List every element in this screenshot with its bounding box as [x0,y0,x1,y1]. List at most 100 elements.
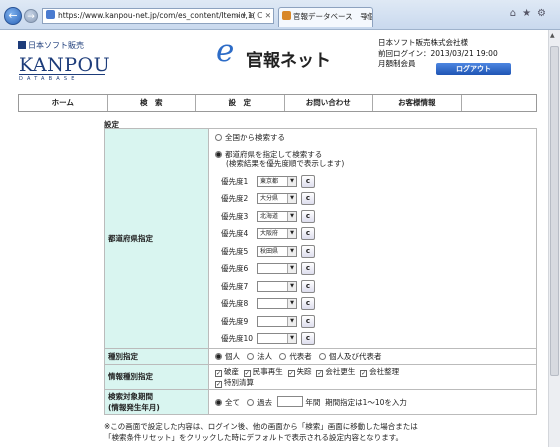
priority-row: 優先度4 大阪府 ▼ c [215,225,536,243]
forward-arrow-icon[interactable]: → [24,9,38,23]
browser-tab[interactable]: 官報データベース 号個...× [278,7,373,27]
check-bankruptcy[interactable]: ✓ [215,369,222,377]
info-options: ✓ 破産 ✓ 民事再生 ✓ 失踪 ✓ 会社更生 ✓ 会社整理 ✓ 特別清算 [208,363,537,390]
prefecture-select[interactable]: 北海道 ▼ [257,210,297,222]
period-options: 全て 過去 年間 期間指定は1〜10を入力 [208,388,537,415]
clear-button[interactable]: c [301,209,315,223]
check-liquidation[interactable]: ✓ [360,369,368,377]
prefecture-select[interactable]: ▼ [257,315,297,327]
info-liquidation: 会社整理 [369,366,400,376]
info-missing: 失踪 [296,366,312,376]
chevron-down-icon[interactable]: ▼ [287,334,296,343]
scroll-up-icon[interactable]: ▲ [550,32,555,39]
main-menu: ホーム 検 索 設 定 お問い合わせ お客様情報 [18,94,537,112]
address-bar[interactable]: https://www.kanpou-net.jp/com/es_content… [42,8,274,24]
user-company: 日本ソフト販売株式会社様 [378,38,468,47]
chevron-down-icon[interactable]: ▼ [287,176,296,186]
period-label-2: (情報発生年月) [108,402,160,412]
clear-button[interactable]: c [301,174,315,188]
chevron-down-icon[interactable]: ▼ [287,194,296,203]
menu-contact[interactable]: お問い合わせ [285,95,374,111]
priority-label: 優先度1 [221,176,249,186]
chevron-down-icon[interactable]: ▼ [287,211,296,221]
chevron-down-icon[interactable]: ▼ [287,246,296,256]
menu-customer-info[interactable]: お客様情報 [373,95,462,111]
menu-search[interactable]: 検 索 [108,95,197,111]
prefecture-select[interactable]: ▼ [257,333,297,344]
prefecture-select[interactable]: 大分県 ▼ [257,193,297,204]
period-note: 期間指定は1〜10を入力 [325,397,407,407]
settings-form: 都道府県指定 全国から検索する 都道府県を指定して検索する (検索結果を優先度順で… [104,128,537,415]
info-label: 情報種別指定 [104,363,209,390]
info-special-liq: 特別清算 [224,377,254,387]
chevron-down-icon[interactable]: ▼ [287,316,296,326]
prefecture-select[interactable]: 秋田県 ▼ [257,245,297,257]
clear-button[interactable]: c [301,244,315,258]
period-years-input[interactable] [276,395,303,407]
chevron-down-icon[interactable]: ▼ [287,264,296,273]
clear-button[interactable]: c [301,227,315,240]
region-all-text: 全国から検索する [225,133,285,142]
radio-type-both[interactable] [318,352,326,360]
prefecture-select[interactable]: 東京都 ▼ [257,175,297,187]
period-all: 全て [225,397,240,407]
prefecture-value: 大分県 [260,195,279,202]
clear-button[interactable]: c [301,192,315,205]
type-label: 種別指定 [104,347,209,365]
prefecture-select[interactable]: ▼ [257,298,297,309]
type-both: 個人及び代表者 [328,351,382,361]
priority-label: 優先度5 [221,246,249,256]
priority-label: 優先度4 [221,229,249,238]
priority-label: 優先度10 [221,334,254,343]
site-name: 官報ネット [246,51,331,71]
menu-home[interactable]: ホーム [19,95,108,111]
tab-favicon-icon [282,11,291,20]
check-missing[interactable]: ✓ [287,369,295,377]
clear-button[interactable]: c [301,332,315,345]
priority-label: 優先度2 [221,194,249,203]
radio-type-corporation[interactable] [247,352,255,360]
clear-button[interactable]: c [301,262,315,275]
clear-button[interactable]: c [301,297,315,310]
close-tab-icon[interactable]: × [363,8,369,26]
kanpou-logo[interactable]: KANPOU [19,54,110,76]
radio-all[interactable] [215,134,222,141]
logout-button[interactable]: ログアウト [436,63,511,75]
region-specify-option[interactable]: 都道府県を指定して検索する (検索結果を優先度順で表示します) [215,147,536,173]
priority-row: 優先度8 ▼ c [215,295,536,313]
prefecture-select[interactable]: 大阪府 ▼ [257,228,297,239]
check-reorg[interactable]: ✓ [316,369,324,377]
clear-button[interactable]: c [301,314,315,328]
type-options: 個人 法人 代表者 個人及び代表者 [208,347,537,365]
check-civil-rehab[interactable]: ✓ [243,369,251,377]
chevron-down-icon[interactable]: ▼ [287,299,296,308]
region-specify-note: (検索結果を優先度順で表示します) [226,159,345,168]
clear-button[interactable]: c [301,279,315,293]
region-all-option[interactable]: 全国から検索する [215,129,536,147]
check-special-liq[interactable]: ✓ [215,380,222,388]
radio-type-individual[interactable] [215,352,222,360]
menu-settings[interactable]: 設 定 [196,95,285,111]
radio-specify[interactable] [215,150,222,158]
search-refresh-icon[interactable]: ⌕ ▾ ⊕ C ✕ [236,9,271,23]
scrollbar[interactable]: ▲ [548,30,560,447]
browser-controls-icon[interactable]: ⌂★⚙ [510,8,552,19]
chevron-down-icon[interactable]: ▼ [287,229,296,238]
back-arrow-icon[interactable]: ← [4,7,22,25]
radio-type-representative[interactable] [279,352,287,360]
logo-company: 日本ソフト販売 [28,41,84,50]
last-login: 前回ログイン：2013/03/21 19:00 [378,48,498,58]
menu-empty [462,95,536,111]
tab-title: 官報データベース 号個... [293,12,372,21]
period-label-1: 検索対象期間 [108,391,153,401]
prefecture-select[interactable]: ▼ [257,263,297,274]
period-past: 過去 [257,397,273,407]
radio-period-all[interactable] [215,398,222,406]
info-civil-rehab: 民事再生 [252,366,283,376]
prefecture-value: 秋田県 [260,247,279,255]
radio-period-past[interactable] [247,398,255,406]
scroll-thumb[interactable] [550,46,559,376]
company-logo-mark-icon [18,41,26,49]
chevron-down-icon[interactable]: ▼ [287,281,296,291]
prefecture-select[interactable]: ▼ [257,280,297,292]
